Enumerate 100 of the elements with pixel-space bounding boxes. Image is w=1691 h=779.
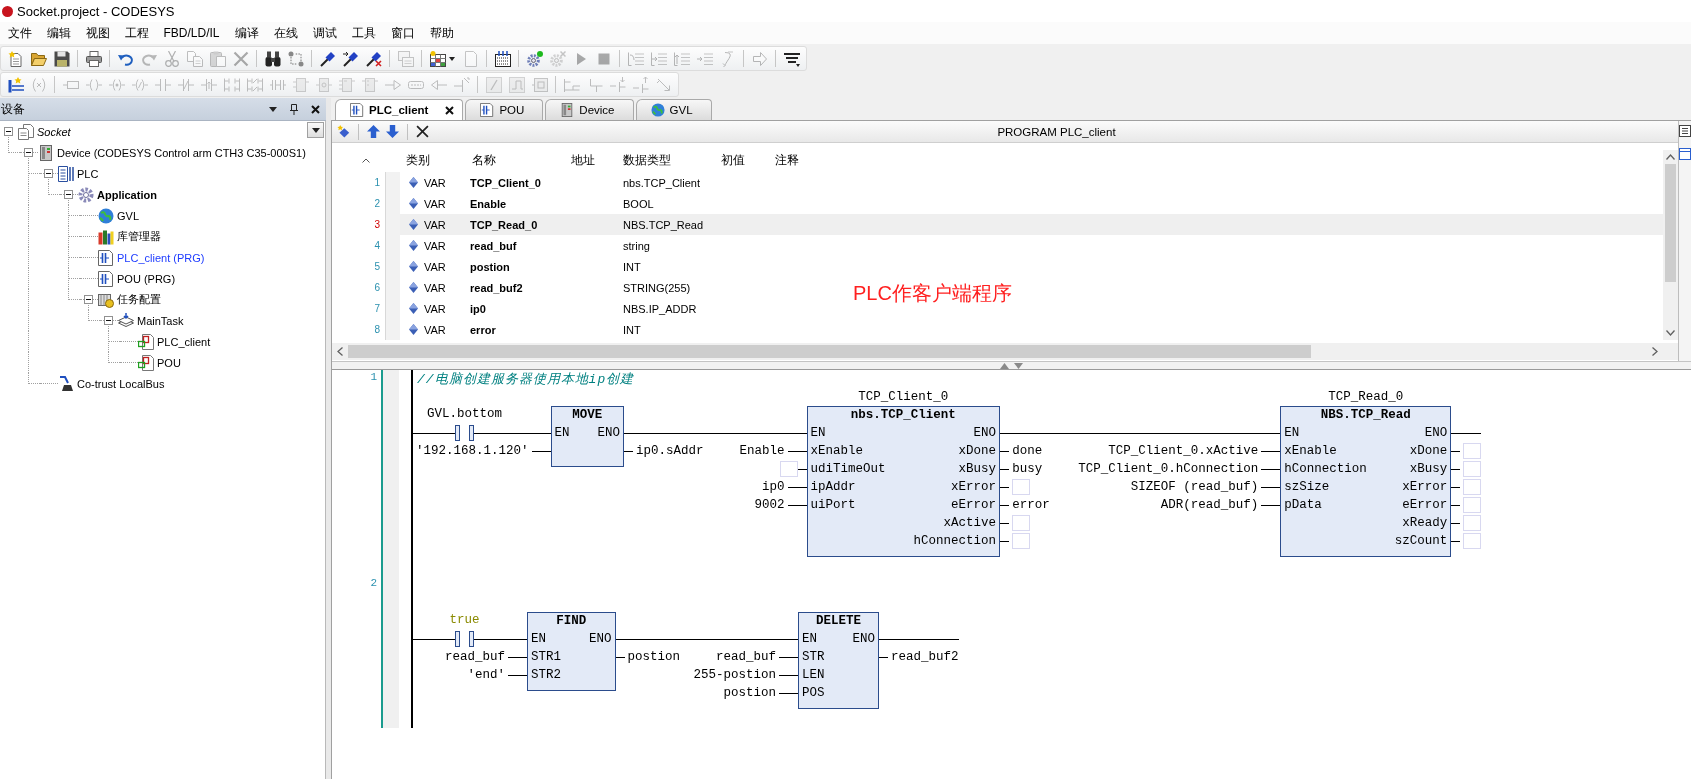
scroll-left-icon[interactable] xyxy=(337,347,343,356)
input-pin-name: pData xyxy=(1284,498,1322,512)
pin-input-field[interactable] xyxy=(1012,479,1031,495)
menu-item[interactable]: 编译 xyxy=(227,23,266,43)
editor-tab[interactable]: GVL xyxy=(635,99,712,120)
dropdown-caret-icon[interactable] xyxy=(269,106,277,112)
triangle-up-icon[interactable] xyxy=(1000,362,1009,369)
output-pin-name: xError xyxy=(1402,480,1448,494)
table-row[interactable]: VAR read_buf2 STRING(255) xyxy=(400,277,830,298)
pin-input-field[interactable] xyxy=(1463,515,1482,531)
tree-item[interactable]: Co-trust LocalBus xyxy=(77,377,165,390)
table-row[interactable]: VAR TCP_Read_0 NBS.TCP_Read xyxy=(400,214,1663,235)
dashed-path-icon[interactable] xyxy=(287,50,304,67)
menu-item[interactable]: 工程 xyxy=(117,23,156,43)
tree-item[interactable]: POU (PRG) xyxy=(117,272,176,285)
minus-box-icon[interactable] xyxy=(64,190,73,199)
splitter-bar[interactable] xyxy=(332,361,1691,370)
pushpin-cross-icon[interactable] xyxy=(365,50,382,67)
table-row[interactable]: VAR error INT xyxy=(400,319,830,340)
menu-item[interactable]: 编辑 xyxy=(39,23,78,43)
pin-input-field[interactable] xyxy=(1463,461,1482,477)
scrollbar-thumb[interactable] xyxy=(1665,164,1676,282)
pushpin-arrow-icon[interactable] xyxy=(342,50,359,67)
tree-item[interactable]: MainTask xyxy=(137,314,184,327)
editor-tab[interactable]: POU xyxy=(465,99,544,120)
lines-icon[interactable] xyxy=(1679,125,1691,137)
input-pin-name: STR2 xyxy=(531,668,561,682)
menu-item[interactable]: 工具 xyxy=(344,23,383,43)
editor-tab[interactable]: Device xyxy=(545,99,634,120)
minus-box-icon[interactable] xyxy=(104,316,113,325)
pin-input-field[interactable] xyxy=(779,461,798,477)
input-pin-name: LEN xyxy=(802,668,825,682)
caret-icon[interactable] xyxy=(311,127,320,133)
minus-box-icon[interactable] xyxy=(4,127,13,136)
menu-item[interactable]: 调试 xyxy=(305,23,344,43)
vertical-scrollbar[interactable] xyxy=(1663,150,1678,340)
tree-dropdown-button[interactable] xyxy=(307,122,324,138)
cross-icon[interactable] xyxy=(416,125,429,138)
pin-input-field[interactable] xyxy=(1012,533,1031,549)
table-row[interactable]: VAR postion INT xyxy=(400,256,830,277)
new-file-icon[interactable] xyxy=(7,50,24,67)
pin-input-field[interactable] xyxy=(1463,533,1482,549)
panel-icon[interactable] xyxy=(1679,148,1691,160)
scroll-down-icon[interactable] xyxy=(1666,330,1675,336)
pin-icon[interactable] xyxy=(290,103,298,115)
minus-box-icon[interactable] xyxy=(84,295,93,304)
tree-item[interactable]: PLC xyxy=(77,167,99,180)
gear-dot-icon[interactable] xyxy=(526,50,543,67)
open-folder-icon[interactable] xyxy=(30,50,47,67)
dotted-grid-icon[interactable] xyxy=(494,50,511,67)
horizontal-scrollbar[interactable] xyxy=(332,343,1663,360)
tree-item[interactable]: Socket xyxy=(37,125,71,138)
table-row[interactable]: VAR Enable BOOL xyxy=(400,193,830,214)
tree-item[interactable]: PLC_client (PRG) xyxy=(117,251,205,264)
column-header[interactable]: 地址 xyxy=(571,152,595,168)
tree-item[interactable]: 库管理器 xyxy=(117,229,161,244)
menu-item[interactable]: 视图 xyxy=(78,23,117,43)
column-header[interactable]: 注释 xyxy=(775,152,799,168)
menu-item[interactable]: 在线 xyxy=(266,23,305,43)
diamond-star-icon[interactable] xyxy=(337,125,350,138)
editor-tab[interactable]: PLC_client xyxy=(335,99,464,120)
column-header[interactable]: 名称 xyxy=(472,152,496,168)
menu-item[interactable]: 文件 xyxy=(0,23,39,43)
column-header[interactable]: 类别 xyxy=(406,152,430,168)
pin-input-field[interactable] xyxy=(1463,479,1482,495)
binoculars-icon[interactable] xyxy=(264,50,281,67)
tree-item[interactable]: PLC_client xyxy=(157,335,211,348)
collapse-caret-icon[interactable] xyxy=(362,157,370,163)
menu-item[interactable]: FBD/LD/IL xyxy=(156,23,227,43)
network-star-icon[interactable] xyxy=(7,76,24,93)
pushpin-icon[interactable] xyxy=(319,50,336,67)
minus-box-icon[interactable] xyxy=(44,169,53,178)
tree-item[interactable]: POU xyxy=(157,356,181,369)
close-icon[interactable] xyxy=(311,104,320,114)
triangle-down-icon[interactable] xyxy=(1014,362,1023,369)
table-row[interactable]: VAR read_buf string xyxy=(400,235,830,256)
down-arrow-icon[interactable] xyxy=(386,125,399,138)
menu-item[interactable]: 帮助 xyxy=(422,23,461,43)
table-row[interactable]: VAR TCP_Client_0 nbs.TCP_Client xyxy=(400,172,830,193)
tree-item[interactable]: GVL xyxy=(117,209,139,222)
lines-caret-icon[interactable] xyxy=(783,50,800,67)
tree-item[interactable]: Device (CODESYS Control arm CTH3 C35-000S1) xyxy=(57,146,306,159)
pin-input-field[interactable] xyxy=(1463,443,1482,459)
tree-item[interactable]: 任务配置 xyxy=(117,292,161,307)
scrollbar-thumb[interactable] xyxy=(348,345,1311,358)
up-arrow-icon[interactable] xyxy=(367,125,380,138)
minus-box-icon[interactable] xyxy=(24,148,33,157)
pin-input-field[interactable] xyxy=(1012,515,1031,531)
printer-icon[interactable] xyxy=(85,50,102,67)
caret-icon[interactable] xyxy=(449,56,455,61)
scroll-right-icon[interactable] xyxy=(1652,347,1658,356)
scroll-up-icon[interactable] xyxy=(1666,154,1675,160)
menu-item[interactable]: 窗口 xyxy=(383,23,422,43)
tree-item[interactable]: Application xyxy=(97,188,157,201)
column-header[interactable]: 初值 xyxy=(721,152,745,168)
pin-input-field[interactable] xyxy=(1463,497,1482,513)
table-row[interactable]: VAR ip0 NBS.IP_ADDR xyxy=(400,298,830,319)
table-grid-icon[interactable] xyxy=(430,50,446,67)
column-header[interactable]: 数据类型 xyxy=(623,152,671,168)
close-icon[interactable] xyxy=(445,105,455,115)
